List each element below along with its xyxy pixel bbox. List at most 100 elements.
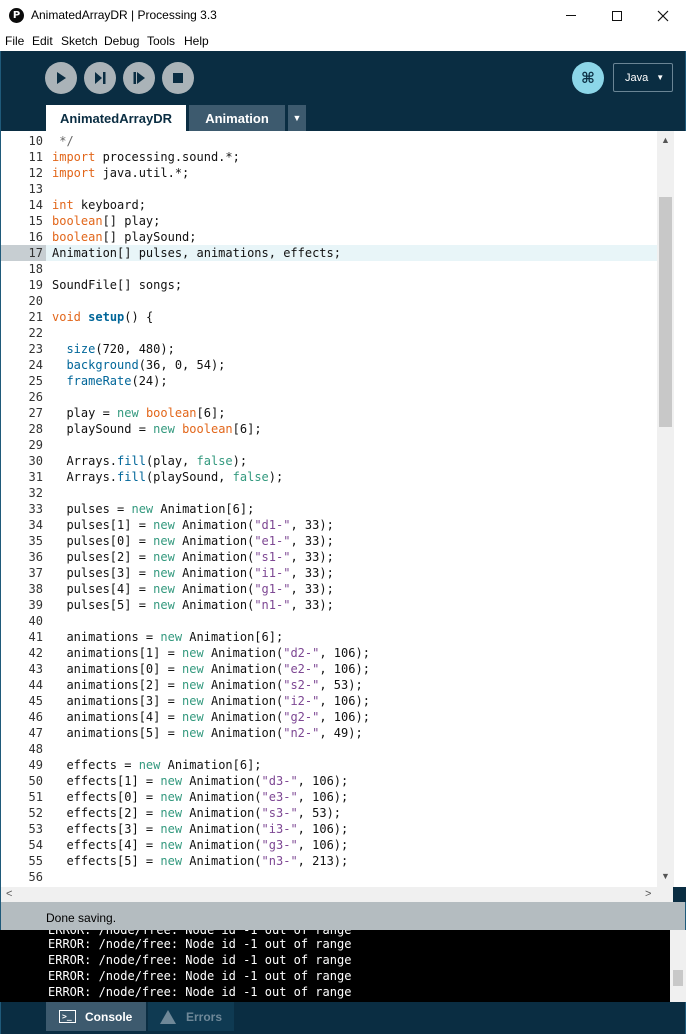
step-button[interactable]	[84, 62, 116, 94]
code-line[interactable]: 26	[1, 389, 657, 405]
code-line[interactable]: 30 Arrays.fill(play, false);	[1, 453, 657, 469]
code-line[interactable]: 45 animations[3] = new Animation("i2-", …	[1, 693, 657, 709]
code-line[interactable]: 27 play = new boolean[6];	[1, 405, 657, 421]
code-line[interactable]: 20	[1, 293, 657, 309]
code-line[interactable]: 37 pulses[3] = new Animation("i1-", 33);	[1, 565, 657, 581]
code-text: import processing.sound.*;	[52, 149, 240, 165]
code-line[interactable]: 15 boolean[] play;	[1, 213, 657, 229]
code-line[interactable]: 10 */	[1, 133, 657, 149]
code-token: new	[131, 502, 154, 516]
code-token: fill	[117, 470, 146, 484]
line-number: 19	[28, 278, 43, 292]
status-message: Done saving.	[46, 911, 117, 925]
code-line[interactable]: 55 effects[5] = new Animation("n3-", 213…	[1, 853, 657, 869]
code-line[interactable]: 32	[1, 485, 657, 501]
code-line[interactable]: 43 animations[0] = new Animation("e2-", …	[1, 661, 657, 677]
continue-button[interactable]	[123, 62, 155, 94]
code-line[interactable]: 13	[1, 181, 657, 197]
code-line[interactable]: 38 pulses[4] = new Animation("g1-", 33);	[1, 581, 657, 597]
code-token: new	[182, 646, 204, 660]
code-line[interactable]: 42 animations[1] = new Animation("d2-", …	[1, 645, 657, 661]
code-line[interactable]: 53 effects[3] = new Animation("i3-", 106…	[1, 821, 657, 837]
close-button[interactable]	[640, 0, 686, 31]
console-scrollbar[interactable]	[670, 930, 686, 1002]
code-token: new	[153, 422, 175, 436]
code-line[interactable]: 25 frameRate(24);	[1, 373, 657, 389]
code-line[interactable]: 52 effects[2] = new Animation("s3-", 53)…	[1, 805, 657, 821]
code-line[interactable]: 39 pulses[5] = new Animation("n1-", 33);	[1, 597, 657, 613]
scroll-right-icon[interactable]: >	[645, 888, 651, 900]
scroll-left-icon[interactable]: <	[6, 888, 12, 900]
code-line[interactable]: 51 effects[0] = new Animation("e3-", 106…	[1, 789, 657, 805]
code-line[interactable]: 34 pulses[1] = new Animation("d1-", 33);	[1, 517, 657, 533]
code-line[interactable]: 21 void setup() {	[1, 309, 657, 325]
code-line[interactable]: 17 Animation[] pulses, animations, effect…	[1, 245, 657, 261]
code-line[interactable]: 35 pulses[0] = new Animation("e1-", 33);	[1, 533, 657, 549]
code-line[interactable]: 18	[1, 261, 657, 277]
menu-sketch[interactable]: Sketch	[61, 34, 98, 48]
close-icon	[657, 10, 669, 21]
line-number: 27	[28, 406, 43, 420]
scroll-down-icon[interactable]: ▼	[657, 871, 674, 881]
maximize-button[interactable]	[594, 0, 640, 31]
code-line[interactable]: 44 animations[2] = new Animation("s2-", …	[1, 677, 657, 693]
code-line[interactable]: 56	[1, 869, 657, 885]
code-token: , 106);	[297, 838, 349, 852]
debugger-toggle-button[interactable]: ⌘	[572, 62, 604, 94]
tab-errors[interactable]: Errors	[148, 1002, 234, 1031]
code-text: animations[4] = new Animation("g2-", 106…	[52, 709, 369, 725]
line-number: 40	[28, 614, 43, 628]
code-token: animations[4] =	[52, 710, 183, 724]
code-line[interactable]: 50 effects[1] = new Animation("d3-", 106…	[1, 773, 657, 789]
scroll-up-icon[interactable]: ▲	[657, 135, 674, 145]
code-line[interactable]: 54 effects[4] = new Animation("g3-", 106…	[1, 837, 657, 853]
console-output[interactable]: ERROR: /node/free: Node id -1 out of ran…	[0, 930, 686, 1002]
line-number: 39	[28, 598, 43, 612]
editor-horizontal-scrollbar[interactable]: < >	[0, 887, 673, 902]
code-line[interactable]: 12 import java.util.*;	[1, 165, 657, 181]
code-line[interactable]: 31 Arrays.fill(playSound, false);	[1, 469, 657, 485]
stop-button[interactable]	[162, 62, 194, 94]
code-token: "d1-"	[254, 518, 291, 532]
code-token: "e1-"	[254, 534, 291, 548]
code-line[interactable]: 28 playSound = new boolean[6];	[1, 421, 657, 437]
code-line[interactable]: 22	[1, 325, 657, 341]
code-editor[interactable]: 10 */11 import processing.sound.*; 12 impor…	[0, 131, 686, 887]
code-line[interactable]: 23 size(720, 480);	[1, 341, 657, 357]
code-line[interactable]: 48	[1, 741, 657, 757]
code-token: Animation(	[203, 710, 284, 724]
code-line[interactable]: 49 effects = new Animation[6];	[1, 757, 657, 773]
minimize-button[interactable]	[548, 0, 594, 31]
code-line[interactable]: 11 import processing.sound.*;	[1, 149, 657, 165]
scrollbar-thumb[interactable]	[673, 970, 683, 986]
code-text: boolean[] play;	[52, 213, 160, 229]
tab-animatedarraydr[interactable]: AnimatedArrayDR	[46, 105, 186, 131]
code-text: pulses[4] = new Animation("g1-", 33);	[52, 581, 333, 597]
tab-menu-button[interactable]: ▼	[288, 105, 306, 131]
code-line[interactable]: 40	[1, 613, 657, 629]
editor-vertical-scrollbar[interactable]: ▲ ▼	[657, 131, 674, 887]
mode-select[interactable]: Java ▼	[613, 63, 673, 92]
code-text: boolean[] playSound;	[52, 229, 197, 245]
code-line[interactable]: 41 animations = new Animation[6];	[1, 629, 657, 645]
tab-animation[interactable]: Animation	[189, 105, 285, 131]
menu-tools[interactable]: Tools	[147, 34, 175, 48]
code-line[interactable]: 16 boolean[] playSound;	[1, 229, 657, 245]
tab-console[interactable]: >_ Console	[46, 1002, 146, 1031]
run-button[interactable]	[45, 62, 77, 94]
code-line[interactable]: 14 int keyboard;	[1, 197, 657, 213]
menu-help[interactable]: Help	[184, 34, 209, 48]
menu-edit[interactable]: Edit	[32, 34, 53, 48]
code-line[interactable]: 19 SoundFile[] songs;	[1, 277, 657, 293]
code-line[interactable]: 36 pulses[2] = new Animation("s1-", 33);	[1, 549, 657, 565]
line-number: 35	[28, 534, 43, 548]
menu-debug[interactable]: Debug	[104, 34, 139, 48]
code-line[interactable]: 33 pulses = new Animation[6];	[1, 501, 657, 517]
code-line[interactable]: 46 animations[4] = new Animation("g2-", …	[1, 709, 657, 725]
code-line[interactable]: 29	[1, 437, 657, 453]
menu-file[interactable]: File	[5, 34, 24, 48]
code-line[interactable]: 24 background(36, 0, 54);	[1, 357, 657, 373]
code-line[interactable]: 47 animations[5] = new Animation("n2-", …	[1, 725, 657, 741]
line-number: 55	[28, 854, 43, 868]
scrollbar-thumb[interactable]	[659, 197, 672, 427]
